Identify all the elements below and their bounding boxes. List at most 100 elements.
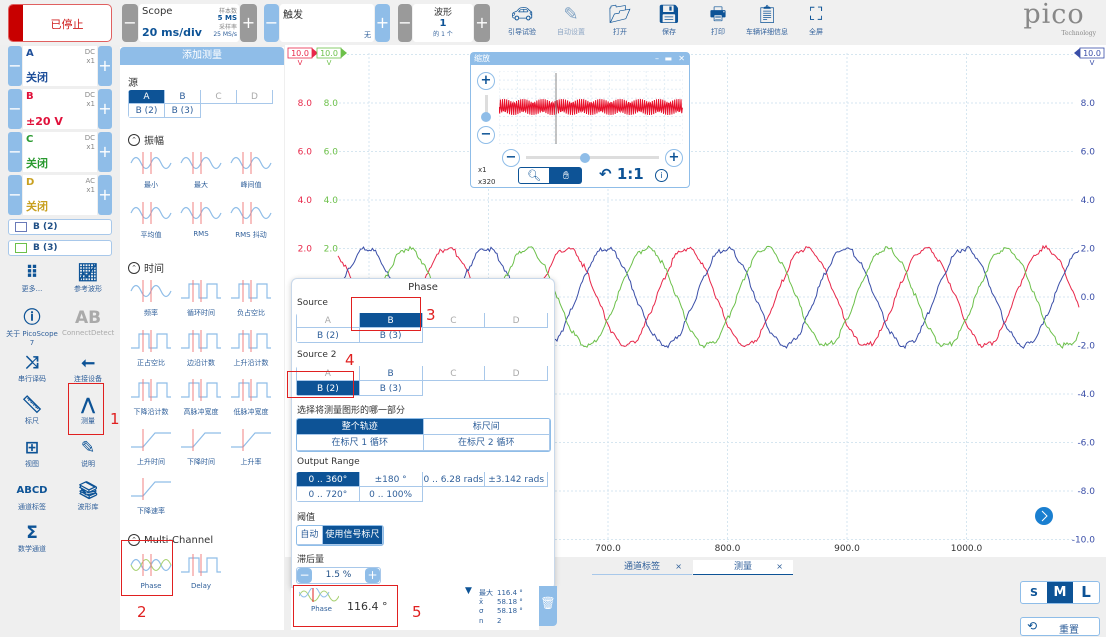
measurement-type-4[interactable]: RMS <box>176 200 226 238</box>
hysteresis-increase-button[interactable]: + <box>365 568 380 583</box>
tab-0[interactable]: 通道标签 × <box>592 560 692 575</box>
output-range-option[interactable]: 0 .. 720° <box>296 486 360 502</box>
hysteresis-value[interactable]: 1.5 % <box>312 570 365 580</box>
channel-settings[interactable]: D AC x1 关闭 <box>23 175 97 215</box>
source-option[interactable]: A <box>128 90 165 104</box>
measurement-type-5[interactable]: RMS 抖动 <box>226 200 276 240</box>
measurement-type-6[interactable]: 下降沿计数 <box>126 377 176 417</box>
tool-info[interactable]: ⓘ 关于 PicoScope 7 <box>6 307 58 347</box>
measurement-type-1[interactable]: 循环时间 <box>176 278 226 318</box>
waveform-control[interactable]: 波形 1 的 1 个 <box>413 4 473 42</box>
tool-reference-waveform[interactable]: 📈︎ 参考波形 <box>62 262 114 294</box>
section-option[interactable]: 整个轨迹 <box>297 419 424 435</box>
output-range-option[interactable]: 0 .. 100% <box>358 486 423 502</box>
output-range-option[interactable]: ±3.142 rads <box>484 472 548 487</box>
ref-b2-scale-marker[interactable]: 10.0V <box>1074 47 1105 67</box>
channel-b-scale-marker[interactable]: 10.0V <box>287 47 318 67</box>
measurement-type-3[interactable]: 平均值 <box>126 200 176 240</box>
zoom-out-vertical-button[interactable]: − <box>477 126 495 144</box>
measurement-type-12[interactable]: 下降速率 <box>126 476 176 516</box>
zoom-overview-preview[interactable] <box>499 71 683 144</box>
toolbar-button-0[interactable]: 🚗︎ 引导试验 <box>500 3 544 37</box>
toolbar-button-6[interactable]: ⛶ 全屏 <box>794 3 838 37</box>
ref-b3-scale-marker[interactable]: 10.0V <box>316 47 347 67</box>
output-range-option[interactable]: 0 .. 360° <box>296 472 360 487</box>
zoom-in-horizontal-button[interactable]: + <box>665 149 683 167</box>
trigger-control[interactable]: 触发 无 <box>280 4 374 42</box>
measurement-type-10[interactable]: 下降时间 <box>176 427 226 467</box>
close-tab-icon[interactable]: × <box>776 560 783 574</box>
measurement-type-9[interactable]: 上升时间 <box>126 427 176 467</box>
section-header-0[interactable]: ⌃ 振幅 <box>128 132 164 147</box>
zoom-out-horizontal-button[interactable]: − <box>502 149 520 167</box>
channel-decrease-button[interactable]: − <box>8 175 22 215</box>
tab-1[interactable]: 测量 × <box>693 560 793 575</box>
maximize-icon[interactable]: ▬ <box>664 53 672 65</box>
horizontal-zoom-slider[interactable] <box>526 156 659 159</box>
hysteresis-stepper[interactable]: − 1.5 % + <box>296 567 381 584</box>
tool-serial-decode[interactable]: ⤨ 串行译码 <box>6 352 58 384</box>
delete-measurement-button[interactable]: 🗑︎ <box>539 586 557 626</box>
channel-settings[interactable]: A DC x1 关闭 <box>23 46 97 86</box>
threshold-option[interactable]: 使用信号标尺 <box>322 526 383 545</box>
trigger-increase-button[interactable]: + <box>375 4 390 42</box>
tool-sigma[interactable]: Σ 数学通道 <box>6 522 58 554</box>
toolbar-button-1[interactable]: ✎ 自动设置 <box>549 3 593 37</box>
close-tab-icon[interactable]: × <box>675 560 682 574</box>
source-option[interactable]: C <box>200 90 237 104</box>
section-option[interactable]: 在标尺 2 循环 <box>423 435 550 451</box>
measurement-type-0[interactable]: 最小 <box>126 150 176 190</box>
tool-view-grid[interactable]: ⊞ 视图 <box>6 437 58 469</box>
toolbar-button-4[interactable]: 🖶 打印 <box>696 3 740 37</box>
channel-decrease-button[interactable]: − <box>8 89 22 129</box>
tool-connect-detect[interactable]: AB ConnectDetect <box>62 307 114 337</box>
tool-ruler[interactable]: 📏︎ 标尺 <box>6 394 58 426</box>
horizontal-zoom-handle[interactable] <box>580 153 590 163</box>
source-option[interactable]: B (2) <box>128 103 165 118</box>
pan-tool-button[interactable]: ✋︎ <box>550 167 582 184</box>
zoom-in-vertical-button[interactable]: + <box>477 72 495 90</box>
measurement-type-1[interactable]: 最大 <box>176 150 226 190</box>
section-header-1[interactable]: ⌃ 时间 <box>128 260 164 275</box>
waveform-next-button[interactable]: + <box>474 4 490 42</box>
run-stop-button[interactable]: 已停止 <box>8 4 112 42</box>
vertical-zoom-handle[interactable] <box>481 112 491 122</box>
source2-option[interactable]: B (3) <box>358 380 423 396</box>
channel-decrease-button[interactable]: − <box>8 132 22 172</box>
collapse-icon[interactable]: ⌃ <box>128 133 140 146</box>
section-option[interactable]: 标尺间 <box>423 419 550 435</box>
hysteresis-decrease-button[interactable]: − <box>297 568 312 583</box>
measurement-type-4[interactable]: 边沿计数 <box>176 328 226 368</box>
minimize-icon[interactable]: – <box>655 53 659 65</box>
close-icon[interactable]: ✕ <box>678 53 685 65</box>
measurement-type-7[interactable]: 高脉冲宽度 <box>176 377 226 417</box>
threshold-option[interactable]: 自动 <box>297 526 323 545</box>
measurement-type-11[interactable]: 上升率 <box>226 427 276 467</box>
source2-option[interactable]: C <box>421 366 486 381</box>
toolbar-button-3[interactable]: 💾︎ 保存 <box>647 3 691 37</box>
zoom-window-titlebar[interactable]: 缩放 – ▬ ✕ <box>471 53 689 65</box>
trigger-decrease-button[interactable]: − <box>264 4 279 42</box>
info-icon[interactable]: i <box>655 169 668 182</box>
zoom-tool-button[interactable]: 🔍︎ <box>518 167 550 184</box>
reset-button[interactable]: ⟲ 重置 <box>1020 617 1100 636</box>
source-option[interactable]: B <box>164 90 201 104</box>
measurement-type-3[interactable]: 正占空比 <box>126 328 176 368</box>
timebase-control[interactable]: Scope 20 ms/div 样本数 5 MS 采样率 25 MS/s <box>139 4 239 42</box>
tool-channel-labels[interactable]: ABCD 通道标签 <box>6 480 58 512</box>
reset-zoom-button[interactable]: ↶ 1:1 <box>599 165 644 183</box>
channel-decrease-button[interactable]: − <box>8 46 22 86</box>
channel-increase-button[interactable]: + <box>98 46 112 86</box>
size-l-button[interactable]: L <box>1073 582 1099 603</box>
reference-channel-2[interactable]: B (2) <box>8 219 112 235</box>
reference-channel-3[interactable]: B (3) <box>8 240 112 256</box>
scroll-right-button[interactable] <box>1035 507 1053 525</box>
output-range-option[interactable]: 0 .. 6.28 rads <box>421 472 486 487</box>
source2-option[interactable]: D <box>484 366 548 381</box>
timebase-increase-button[interactable]: + <box>240 4 257 42</box>
tool-usb[interactable]: ⭠ 连接设备 <box>62 352 114 384</box>
measurement-type-0[interactable]: 频率 <box>126 278 176 318</box>
source-option[interactable]: B (3) <box>164 103 201 118</box>
output-range-option[interactable]: ±180 ° <box>358 472 423 487</box>
measurement-type-5[interactable]: 上升沿计数 <box>226 328 276 368</box>
